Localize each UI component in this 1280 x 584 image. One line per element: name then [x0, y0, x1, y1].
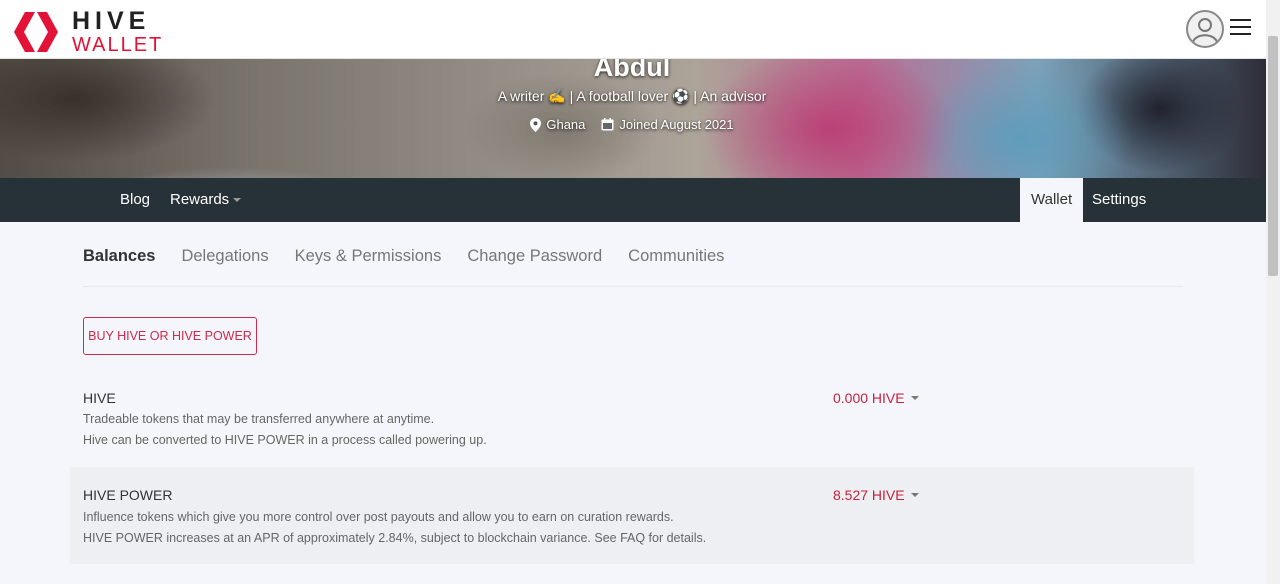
balance-desc-1: Influence tokens which give you more con…: [83, 510, 674, 524]
top-header: HIVE WALLET: [0, 0, 1266, 59]
nav-wallet[interactable]: Wallet: [1020, 178, 1084, 222]
hamburger-menu-icon[interactable]: [1230, 19, 1251, 37]
location-text: Ghana: [546, 117, 586, 132]
chevron-down-icon: [910, 493, 919, 497]
profile-name: Abdul: [593, 59, 671, 82]
profile-banner: Abdul A writer ✍️ | A football lover ⚽ |…: [0, 59, 1266, 178]
nav-rewards[interactable]: Rewards: [170, 178, 242, 222]
calendar-icon: [601, 118, 614, 131]
balance-desc-1: Tradeable tokens that may be transferred…: [83, 412, 435, 426]
nav-settings[interactable]: Settings: [1092, 178, 1146, 222]
tab-keys-permissions[interactable]: Keys & Permissions: [295, 247, 442, 266]
buy-hive-button[interactable]: BUY HIVE OR HIVE POWER: [83, 317, 257, 355]
logo-hive-text: HIVE: [72, 7, 151, 35]
balance-title: HIVE: [83, 390, 116, 406]
logo-wallet-text: WALLET: [72, 34, 164, 56]
chevron-down-icon: [233, 198, 242, 203]
balance-title: HIVE POWER: [83, 487, 173, 503]
nav-blog[interactable]: Blog: [120, 178, 150, 222]
user-avatar-icon[interactable]: [1186, 10, 1224, 48]
balance-value-dropdown[interactable]: 0.000 HIVE: [833, 390, 919, 406]
profile-joined: Joined August 2021: [601, 117, 734, 132]
tab-delegations[interactable]: Delegations: [181, 247, 268, 266]
balance-value-dropdown[interactable]: 8.527 HIVE: [833, 487, 919, 503]
wallet-tabs: Balances Delegations Keys & Permissions …: [83, 247, 724, 266]
balance-desc-2: HIVE POWER increases at an APR of approx…: [83, 531, 707, 545]
chevron-down-icon: [910, 396, 919, 400]
tab-communities[interactable]: Communities: [628, 247, 724, 266]
profile-location: Ghana: [530, 117, 585, 132]
profile-nav: Blog Rewards Wallet Settings: [0, 178, 1266, 222]
tabs-divider: [83, 286, 1183, 287]
hive-wallet-logo[interactable]: HIVE WALLET: [12, 9, 163, 55]
nav-rewards-label: Rewards: [170, 191, 230, 208]
page-scrollbar[interactable]: [1266, 0, 1280, 584]
balance-row-hive-power: HIVE POWER Influence tokens which give y…: [70, 467, 1194, 564]
profile-meta: Ghana Joined August 2021: [0, 117, 1264, 132]
location-pin-icon: [530, 117, 542, 132]
profile-about: A writer ✍️ | A football lover ⚽ | An ad…: [497, 88, 767, 104]
tab-change-password[interactable]: Change Password: [467, 247, 602, 266]
scrollbar-thumb[interactable]: [1268, 36, 1278, 276]
balance-row-hive: HIVE Tradeable tokens that may be transf…: [70, 380, 1194, 466]
tab-balances[interactable]: Balances: [83, 247, 155, 266]
balance-desc-2: Hive can be converted to HIVE POWER in a…: [83, 433, 487, 447]
balance-value: 0.000 HIVE: [833, 390, 905, 406]
hive-logo-icon: [14, 12, 58, 52]
joined-text: Joined August 2021: [619, 117, 734, 132]
balance-value: 8.527 HIVE: [833, 487, 905, 503]
